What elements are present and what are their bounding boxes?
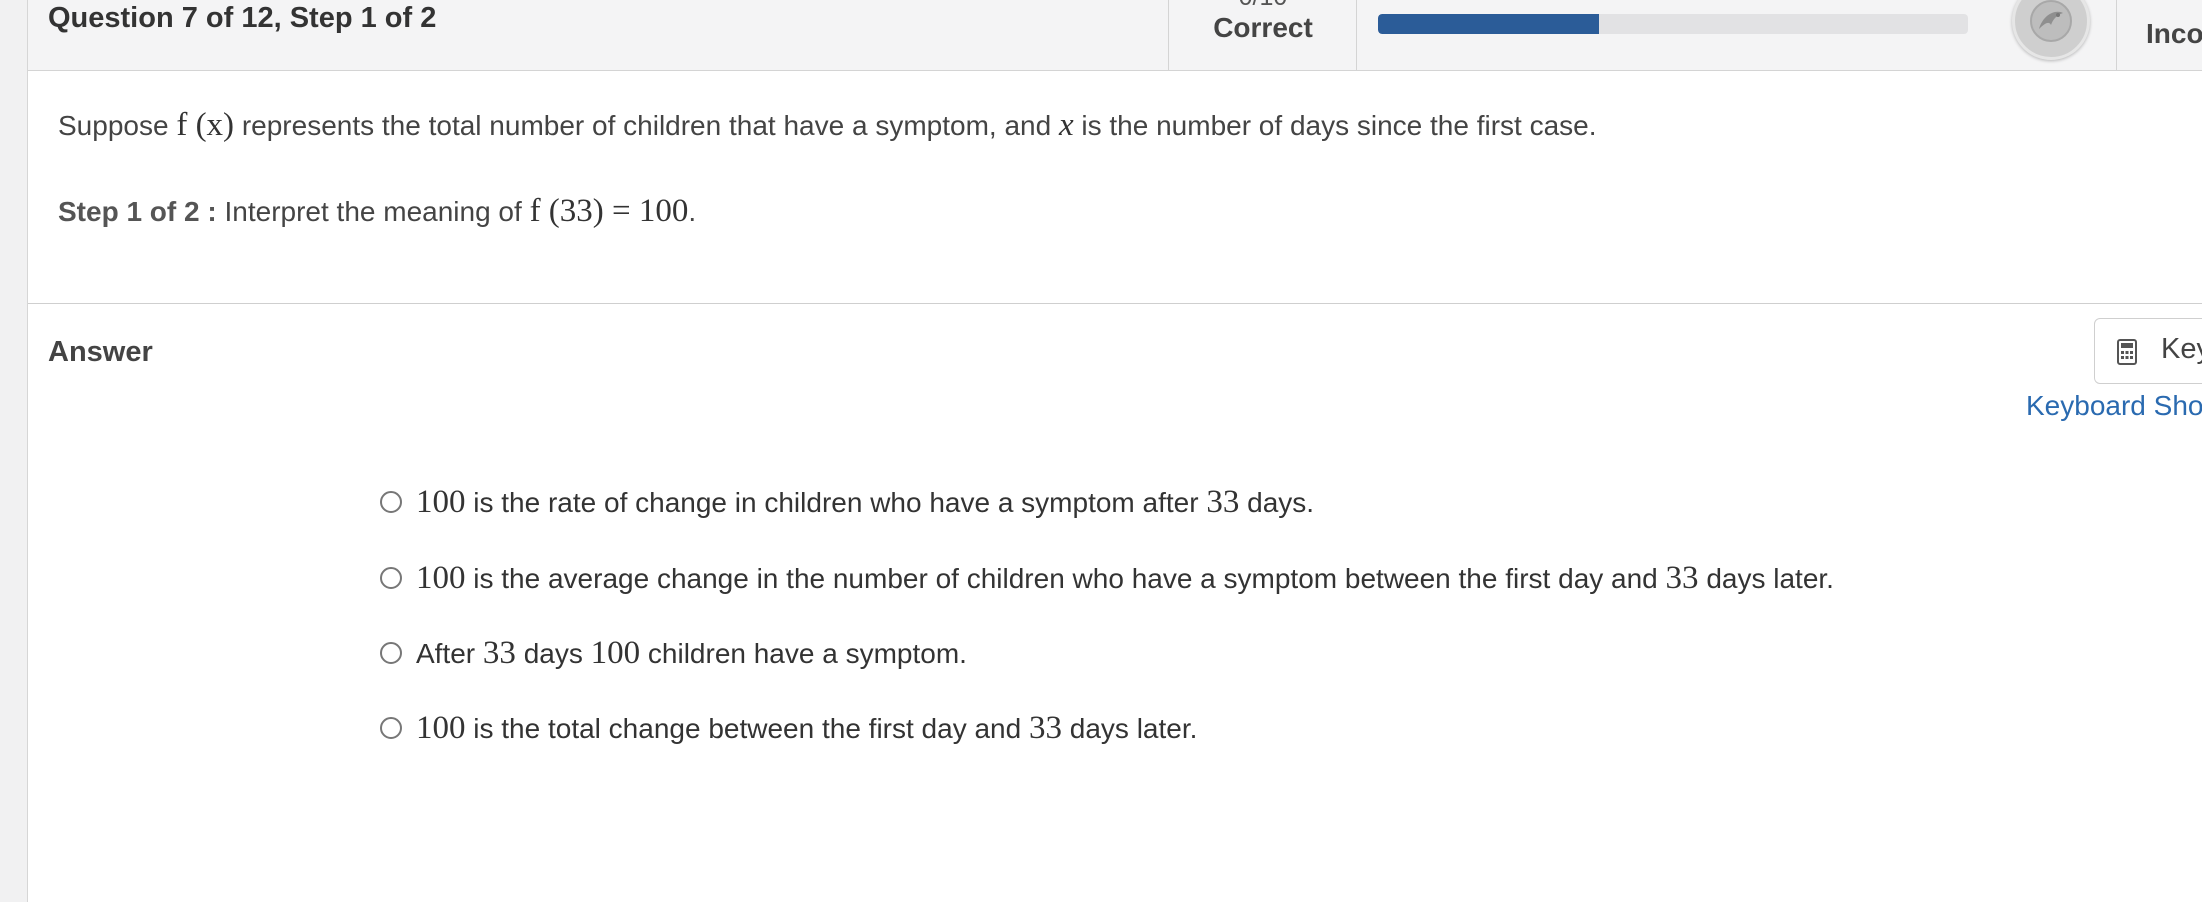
answer-option-text: 100 is the average change in the number …	[416, 560, 1834, 597]
question-text: Suppose f (x) represents the total numbe…	[58, 107, 1597, 144]
step-math: f (33) = 100	[529, 193, 689, 229]
keyboard-shortcuts-link[interactable]: Keyboard Sho	[2026, 390, 2202, 422]
math-value: 33	[1665, 559, 1699, 596]
math-fx: f (x)	[176, 107, 235, 143]
answer-option[interactable]: 100 is the average change in the number …	[380, 558, 1834, 598]
radio-button[interactable]	[380, 642, 402, 664]
answer-option-text: After 33 days 100 children have a sympto…	[416, 635, 967, 672]
option-text-part: days later.	[1061, 712, 1198, 744]
keypad-button[interactable]: Key	[2094, 318, 2202, 384]
left-edge-strip	[0, 0, 28, 902]
calculator-icon	[2117, 339, 2137, 370]
answer-option-text: 100 is the rate of change in children wh…	[416, 484, 1314, 521]
progress-bar	[1378, 14, 1968, 34]
keypad-label: Key	[2161, 333, 2202, 365]
math-value: 33	[482, 634, 516, 671]
option-text-part: children have a symptom.	[640, 637, 967, 669]
score-count: 0/10	[1168, 0, 1358, 10]
option-text-part: is the average change in the number of c…	[465, 562, 1666, 594]
answer-option[interactable]: After 33 days 100 children have a sympto…	[380, 633, 967, 673]
radio-button[interactable]	[380, 567, 402, 589]
header-divider	[2116, 0, 2117, 70]
question-text-part: Suppose	[58, 110, 169, 141]
question-text-part: represents the total number of children …	[241, 110, 1052, 141]
question-header: Question 7 of 12, Step 1 of 2 0/10 Corre…	[28, 0, 2202, 71]
step-end: .	[688, 196, 697, 227]
math-value: 100	[416, 483, 466, 520]
incorrect-label: Inco	[2146, 18, 2202, 49]
math-x: x	[1058, 107, 1074, 143]
option-text-part: is the rate of change in children who ha…	[465, 486, 1207, 518]
math-value: 100	[590, 634, 641, 671]
answer-option-text: 100 is the total change between the firs…	[416, 710, 1197, 747]
answer-option[interactable]: 100 is the rate of change in children wh…	[380, 482, 1314, 522]
radio-button[interactable]	[380, 491, 402, 513]
progress-bar-fill	[1378, 14, 1600, 34]
option-text-part: After	[416, 637, 483, 669]
step-text: Interpret the meaning of	[224, 196, 522, 227]
step-prompt: Step 1 of 2 : Interpret the meaning of f…	[58, 193, 696, 230]
question-text-part: is the number of days since the first ca…	[1081, 110, 1597, 141]
math-value: 100	[416, 709, 466, 746]
option-text-part: days	[515, 637, 591, 669]
score-summary: 0/10 Correct	[1168, 0, 1358, 46]
math-value: 33	[1206, 483, 1240, 520]
answer-option[interactable]: 100 is the total change between the firs…	[380, 708, 1197, 748]
question-prompt: Suppose f (x) represents the total numbe…	[28, 71, 2202, 304]
option-text-part: days.	[1239, 486, 1315, 518]
radio-button[interactable]	[380, 717, 402, 739]
header-divider	[1356, 0, 1357, 70]
question-title: Question 7 of 12, Step 1 of 2	[48, 2, 437, 34]
math-value: 100	[416, 559, 466, 596]
option-text-part: is the total change between the first da…	[465, 712, 1029, 744]
eagle-logo-icon	[2012, 0, 2090, 60]
option-text-part: days later.	[1698, 562, 1834, 594]
step-label: Step 1 of 2 :	[58, 196, 217, 227]
score-label: Correct	[1213, 12, 1313, 43]
math-value: 33	[1028, 709, 1062, 746]
answer-heading: Answer	[48, 336, 153, 368]
